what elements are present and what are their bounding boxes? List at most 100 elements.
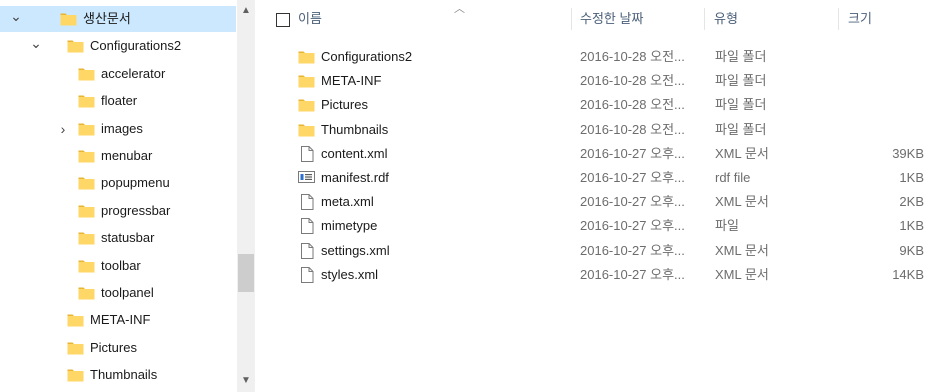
folder-icon bbox=[78, 175, 95, 190]
file-type: 파일 폴더 bbox=[715, 97, 767, 113]
file-type: 파일 bbox=[715, 218, 739, 234]
file-row[interactable]: META-INF 2016-10-28 오전... 파일 폴더 bbox=[258, 69, 940, 93]
select-all-checkbox[interactable] bbox=[276, 13, 290, 27]
column-header-date[interactable]: 수정한 날짜 bbox=[580, 6, 643, 32]
folder-icon bbox=[78, 230, 95, 245]
file-name: Pictures bbox=[321, 97, 368, 113]
file-row[interactable]: content.xml 2016-10-27 오후... XML 문서 39KB bbox=[258, 142, 940, 166]
document-icon bbox=[300, 266, 317, 283]
file-type: rdf file bbox=[715, 170, 751, 185]
navigation-pane: ⌄ 생산문서 ⌄ Configurations2 accelerator floater ›… bbox=[0, 0, 256, 392]
file-name: manifest.rdf bbox=[321, 170, 389, 185]
scroll-down-arrow-icon[interactable]: ▼ bbox=[237, 374, 255, 388]
file-size: 39KB bbox=[892, 145, 924, 161]
sort-indicator-icon: ︿ bbox=[454, 3, 465, 15]
scroll-up-arrow-icon[interactable]: ▲ bbox=[237, 4, 255, 18]
column-header-name[interactable]: 이름 bbox=[298, 6, 322, 32]
folder-icon bbox=[78, 93, 95, 108]
nav-item[interactable]: › images bbox=[0, 116, 236, 142]
file-name: mimetype bbox=[321, 218, 378, 234]
nav-item[interactable]: ⌄ 생산문서 bbox=[0, 6, 236, 32]
folder-icon bbox=[78, 121, 95, 136]
folder-icon bbox=[298, 73, 315, 89]
file-size: 1KB bbox=[899, 170, 924, 185]
file-date: 2016-10-28 오전... bbox=[580, 49, 685, 64]
file-date: 2016-10-27 오후... bbox=[580, 242, 685, 258]
file-date: 2016-10-27 오후... bbox=[580, 194, 685, 210]
folder-icon bbox=[67, 340, 84, 355]
nav-item-label: menubar bbox=[101, 148, 153, 163]
folder-icon bbox=[67, 38, 84, 53]
folder-icon bbox=[78, 203, 95, 218]
column-divider[interactable] bbox=[838, 8, 839, 30]
file-name: styles.xml bbox=[321, 266, 379, 282]
file-row[interactable]: mimetype 2016-10-27 오후... 파일 1KB bbox=[258, 214, 940, 238]
file-name: Thumbnails bbox=[321, 121, 389, 137]
nav-item[interactable]: Pictures bbox=[0, 335, 236, 361]
column-divider[interactable] bbox=[571, 8, 572, 30]
expand-chevron-icon[interactable]: ⌄ bbox=[10, 3, 22, 29]
folder-icon bbox=[78, 258, 95, 273]
nav-item-label: popupmenu bbox=[101, 175, 170, 191]
file-date: 2016-10-28 오전... bbox=[580, 97, 685, 113]
nav-item-label: Configurations2 bbox=[90, 38, 182, 54]
file-row[interactable]: Thumbnails 2016-10-28 오전... 파일 폴더 bbox=[258, 118, 940, 142]
file-row[interactable]: settings.xml 2016-10-27 오후... XML 문서 9KB bbox=[258, 239, 940, 263]
file-row[interactable]: Pictures 2016-10-28 오전... 파일 폴더 bbox=[258, 93, 940, 117]
nav-item[interactable]: statusbar bbox=[0, 225, 236, 251]
nav-item-label: toolpanel bbox=[101, 285, 154, 300]
nav-item[interactable]: accelerator bbox=[0, 61, 236, 87]
file-date: 2016-10-27 오후... bbox=[580, 145, 685, 161]
nav-item-label: META-INF bbox=[90, 312, 151, 328]
expand-chevron-icon[interactable]: ⌄ bbox=[30, 30, 42, 56]
nav-item[interactable]: Thumbnails bbox=[0, 362, 236, 388]
nav-item[interactable]: ⌄ Configurations2 bbox=[0, 33, 236, 59]
nav-item-label: toolbar bbox=[101, 257, 141, 273]
column-header-type[interactable]: 유형 bbox=[714, 6, 738, 32]
file-row[interactable]: meta.xml 2016-10-27 오후... XML 문서 2KB bbox=[258, 190, 940, 214]
file-type: 파일 폴더 bbox=[715, 49, 767, 64]
folder-icon bbox=[78, 148, 95, 163]
nav-item-label: 생산문서 bbox=[83, 11, 131, 26]
file-type: XML 문서 bbox=[715, 194, 769, 210]
file-type: 파일 폴더 bbox=[715, 121, 767, 137]
file-size: 9KB bbox=[899, 242, 924, 258]
file-type: 파일 폴더 bbox=[715, 73, 767, 89]
file-name: meta.xml bbox=[321, 194, 374, 210]
nav-item[interactable]: floater bbox=[0, 88, 236, 114]
folder-icon bbox=[67, 312, 84, 327]
file-type: XML 문서 bbox=[715, 145, 769, 161]
column-divider[interactable] bbox=[704, 8, 705, 30]
file-row[interactable]: styles.xml 2016-10-27 오후... XML 문서 14KB bbox=[258, 263, 940, 287]
column-header-size[interactable]: 크기 bbox=[848, 6, 872, 32]
file-row[interactable]: Configurations2 2016-10-28 오전... 파일 폴더 bbox=[258, 45, 940, 69]
nav-item[interactable]: toolbar bbox=[0, 253, 236, 279]
nav-item[interactable]: toolpanel bbox=[0, 280, 236, 306]
folder-icon bbox=[60, 11, 77, 26]
file-row[interactable]: manifest.rdf 2016-10-27 오후... rdf file 1KB bbox=[258, 166, 940, 190]
folder-icon bbox=[298, 122, 315, 138]
file-list-pane: ︿ 이름 수정한 날짜 유형 크기 Configurations2 2016-10… bbox=[258, 0, 940, 392]
file-size: 1KB bbox=[899, 218, 924, 234]
nav-item-label: images bbox=[101, 120, 143, 136]
folder-icon bbox=[298, 97, 315, 113]
nav-scrollbar[interactable]: ▲ ▼ bbox=[237, 0, 255, 392]
file-size: 14KB bbox=[892, 266, 924, 282]
file-type: XML 문서 bbox=[715, 266, 769, 282]
nav-item[interactable]: META-INF bbox=[0, 307, 236, 333]
folder-icon bbox=[78, 285, 95, 300]
file-date: 2016-10-28 오전... bbox=[580, 73, 685, 89]
file-size: 2KB bbox=[899, 194, 924, 210]
file-name: Configurations2 bbox=[321, 49, 413, 64]
nav-item[interactable]: menubar bbox=[0, 143, 236, 169]
nav-item[interactable]: popupmenu bbox=[0, 170, 236, 196]
nav-item-label: accelerator bbox=[101, 65, 166, 81]
scroll-thumb[interactable] bbox=[238, 254, 254, 292]
collapse-chevron-icon[interactable]: › bbox=[57, 116, 69, 142]
file-name: settings.xml bbox=[321, 242, 390, 258]
file-date: 2016-10-27 오후... bbox=[580, 218, 685, 234]
document-icon bbox=[300, 218, 317, 235]
nav-item-label: Thumbnails bbox=[90, 367, 158, 383]
rdf-file-icon bbox=[298, 170, 315, 186]
nav-item[interactable]: progressbar bbox=[0, 198, 236, 224]
